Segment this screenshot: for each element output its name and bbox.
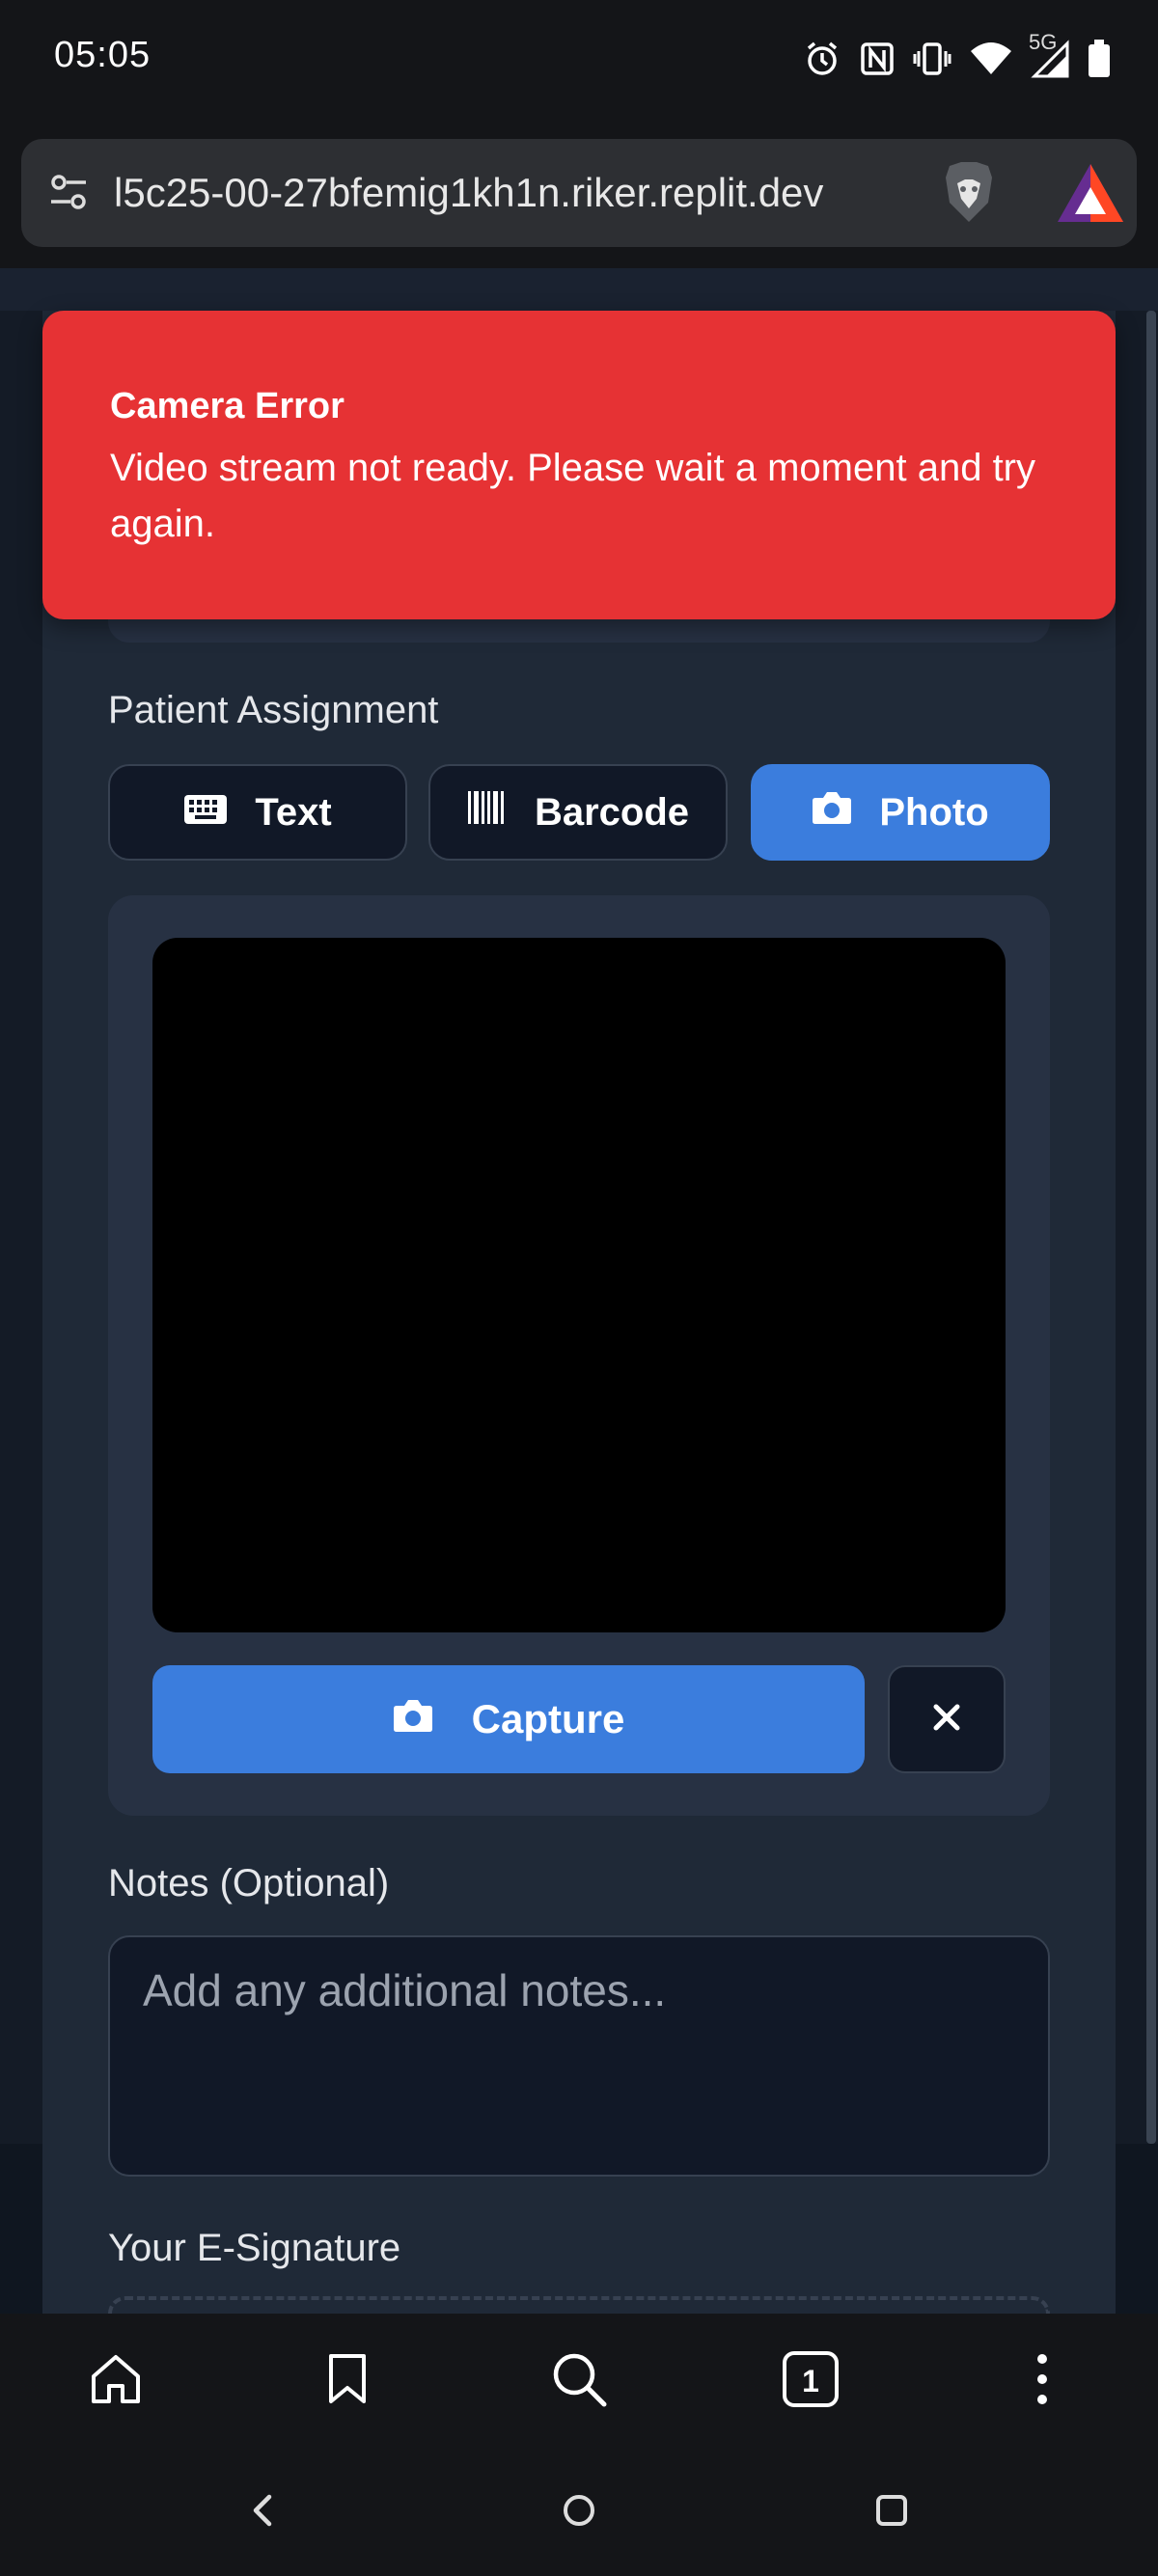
toast-message: Video stream not ready. Please wait a mo… xyxy=(110,447,1036,545)
tab-text[interactable]: Text xyxy=(108,764,407,861)
page-scrollbar[interactable] xyxy=(1146,311,1156,2144)
wifi-icon xyxy=(969,40,1013,78)
home-icon xyxy=(88,2351,144,2412)
search-button[interactable] xyxy=(536,2338,622,2425)
alarm-icon xyxy=(803,40,841,78)
menu-icon xyxy=(1034,2353,1050,2410)
nav-home-button[interactable] xyxy=(548,2481,610,2543)
network-label: 5G xyxy=(1029,30,1058,54)
tab-text-label: Text xyxy=(255,790,332,834)
brave-rewards-icon[interactable] xyxy=(1054,160,1127,228)
camera-icon xyxy=(812,790,852,835)
phone-screen: 05:05 5G l5c25-00-27bfemig1kh1n.riker.re… xyxy=(0,0,1158,2576)
battery-icon xyxy=(1087,39,1112,79)
browser-bottom-toolbar: 1 xyxy=(0,2314,1158,2449)
tab-barcode[interactable]: Barcode xyxy=(428,764,728,861)
url-fade xyxy=(870,158,938,228)
notes-label: Notes (Optional) xyxy=(108,1862,390,1905)
nav-back-button[interactable] xyxy=(232,2481,293,2543)
brave-shields-icon[interactable] xyxy=(932,156,1006,230)
capture-label: Capture xyxy=(471,1696,625,1741)
barcode-icon xyxy=(467,790,508,835)
patient-assignment-label: Patient Assignment xyxy=(108,689,439,731)
capture-button[interactable]: Capture xyxy=(152,1665,865,1773)
tabs-button[interactable]: 1 xyxy=(767,2338,854,2425)
status-icons: 5G xyxy=(803,30,1112,83)
camera-panel: Capture xyxy=(108,895,1050,1816)
toast-title: Camera Error xyxy=(110,386,345,426)
tab-count: 1 xyxy=(802,2363,819,2398)
signature-pad[interactable] xyxy=(108,2296,1050,2314)
page-header-strip xyxy=(0,268,1158,311)
status-bar: 05:05 5G xyxy=(0,0,1158,125)
nfc-icon xyxy=(859,41,896,77)
notes-textarea[interactable]: Add any additional notes... xyxy=(108,1935,1050,2177)
error-toast: Camera Error Video stream not ready. Ple… xyxy=(42,311,1116,619)
bookmark-icon xyxy=(326,2353,369,2410)
tab-barcode-label: Barcode xyxy=(534,790,690,834)
browser-address-bar: l5c25-00-27bfemig1kh1n.riker.replit.dev xyxy=(0,125,1158,268)
signal-icon: 5G xyxy=(1029,30,1069,78)
site-settings-icon[interactable] xyxy=(39,162,98,222)
tab-photo[interactable]: Photo xyxy=(751,764,1050,861)
android-navigation-bar xyxy=(0,2449,1158,2576)
camera-video-preview xyxy=(152,938,1006,1632)
nav-recents-button[interactable] xyxy=(861,2481,923,2543)
url-pill[interactable]: l5c25-00-27bfemig1kh1n.riker.replit.dev xyxy=(21,139,1137,247)
home-circle-icon xyxy=(560,2491,598,2535)
bookmarks-button[interactable] xyxy=(304,2338,391,2425)
notes-placeholder: Add any additional notes... xyxy=(143,1965,667,2015)
status-time: 05:05 xyxy=(54,35,152,75)
back-icon xyxy=(248,2491,277,2535)
page-background-left xyxy=(0,311,42,2144)
vibrate-icon xyxy=(913,40,951,78)
camera-icon xyxy=(393,1696,433,1742)
url-text[interactable]: l5c25-00-27bfemig1kh1n.riker.replit.dev xyxy=(114,170,915,216)
home-button[interactable] xyxy=(72,2338,159,2425)
tab-photo-label: Photo xyxy=(879,790,989,834)
keyboard-icon xyxy=(183,791,228,835)
recents-icon xyxy=(873,2492,910,2534)
close-camera-button[interactable] xyxy=(888,1665,1006,1773)
close-icon xyxy=(932,1703,961,1737)
menu-button[interactable] xyxy=(999,2338,1086,2425)
signature-label: Your E-Signature xyxy=(108,2227,401,2269)
search-icon xyxy=(550,2350,608,2413)
